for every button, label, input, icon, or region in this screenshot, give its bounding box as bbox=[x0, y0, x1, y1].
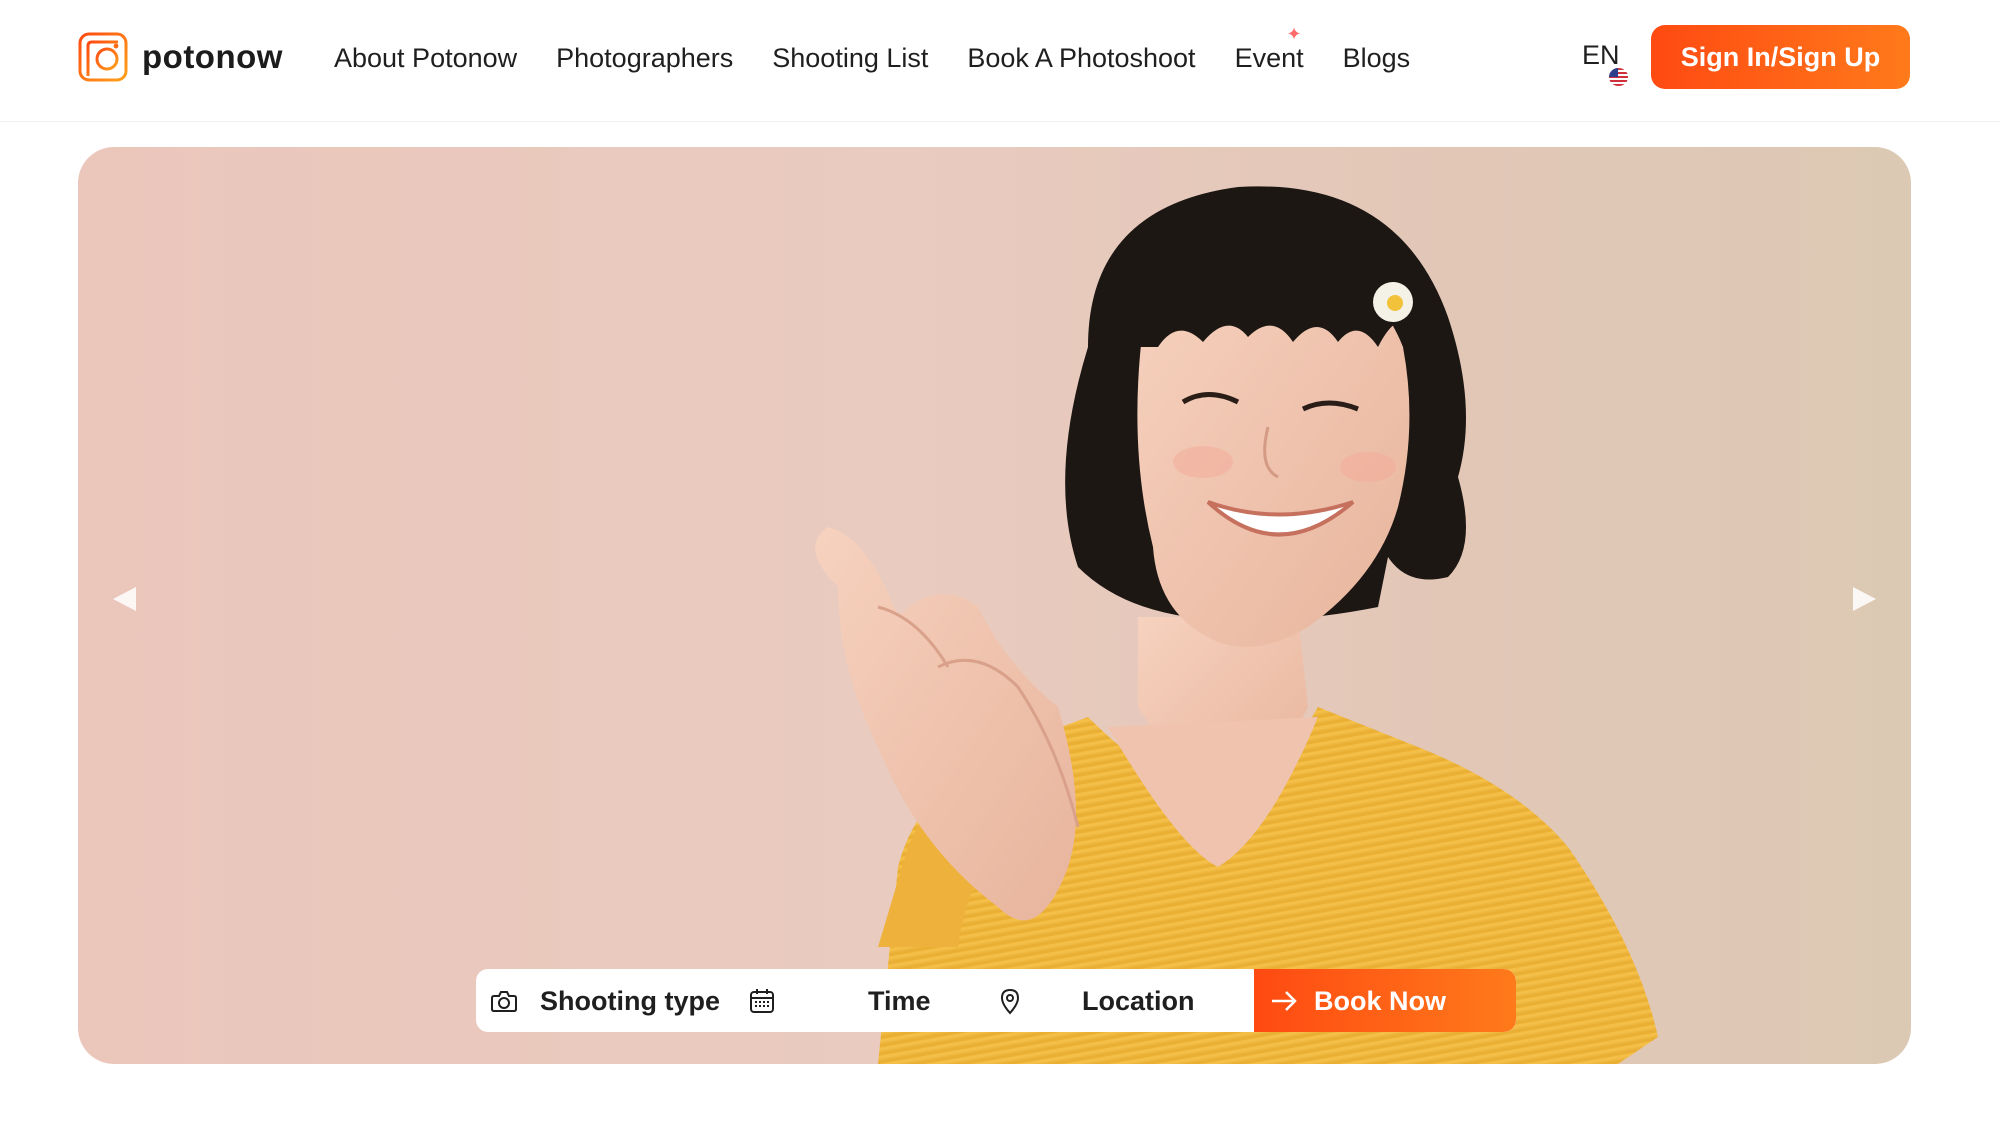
nav-photographers[interactable]: Photographers bbox=[556, 43, 733, 74]
site-header: potonow About Potonow Photographers Shoo… bbox=[0, 0, 2000, 122]
shooting-type-label: Shooting type bbox=[540, 986, 720, 1016]
nav-about[interactable]: About Potonow bbox=[334, 43, 517, 74]
brand-name: potonow bbox=[142, 38, 283, 75]
book-now-label: Book Now bbox=[1314, 986, 1446, 1016]
booking-bar: Shooting type Time Location Book Now bbox=[476, 969, 1516, 1032]
camera-icon bbox=[491, 991, 517, 1012]
shooting-type-field[interactable]: Shooting type bbox=[476, 969, 756, 1032]
us-flag-icon bbox=[1609, 68, 1628, 86]
arrow-right-icon[interactable] bbox=[1851, 584, 1879, 614]
portrait-photo bbox=[815, 186, 1658, 1064]
sparkle-icon: ✦ bbox=[1286, 23, 1302, 44]
main-nav: About Potonow Photographers Shooting Lis… bbox=[334, 25, 1411, 78]
location-field[interactable]: Location bbox=[996, 969, 1254, 1032]
map-pin-icon bbox=[1000, 988, 1020, 1015]
time-field[interactable]: Time bbox=[750, 969, 996, 1032]
calendar-icon bbox=[750, 989, 774, 1013]
logo-icon bbox=[78, 32, 128, 82]
signin-button[interactable]: Sign In/Sign Up bbox=[1651, 25, 1910, 89]
location-label: Location bbox=[1082, 986, 1195, 1016]
language-selector[interactable]: EN bbox=[1582, 40, 1620, 71]
nav-event[interactable]: Event ✦ bbox=[1234, 25, 1304, 74]
brand-logo[interactable]: potonow bbox=[78, 32, 283, 82]
arrow-left-icon[interactable] bbox=[110, 584, 138, 614]
nav-event-label: Event bbox=[1234, 42, 1304, 73]
nav-shooting-list[interactable]: Shooting List bbox=[772, 43, 928, 74]
time-label: Time bbox=[868, 986, 931, 1016]
nav-blogs[interactable]: Blogs bbox=[1343, 43, 1411, 74]
nav-book-photoshoot[interactable]: Book A Photoshoot bbox=[967, 43, 1195, 74]
hero-banner: Shooting type Time Location Book Now bbox=[78, 147, 1911, 1064]
book-now-button[interactable]: Book Now bbox=[1254, 969, 1516, 1032]
arrow-right-icon bbox=[1272, 991, 1297, 1011]
